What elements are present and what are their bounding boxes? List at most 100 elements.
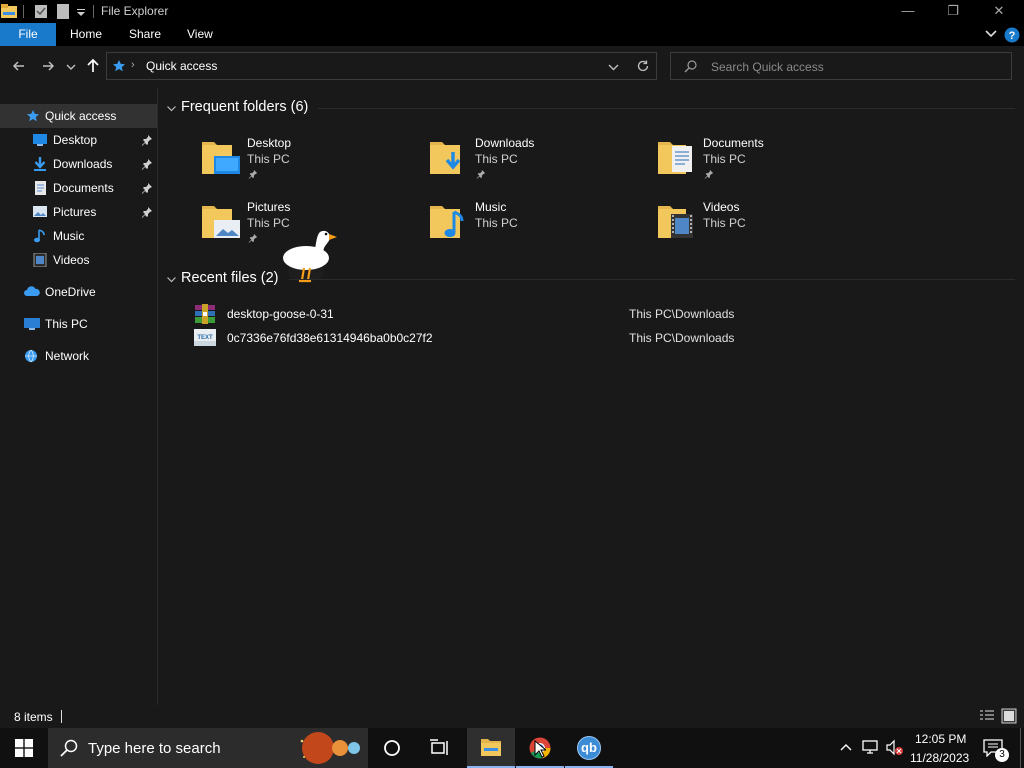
folder-location: This PC: [475, 216, 518, 230]
taskbar-file-explorer[interactable]: [467, 728, 515, 768]
network-globe-icon: [25, 349, 37, 363]
folder-name: Videos: [703, 200, 740, 214]
search-icon: [60, 739, 78, 757]
notification-count-badge: 3: [995, 748, 1009, 762]
folder-name: Music: [475, 200, 507, 214]
pin-icon[interactable]: [141, 182, 153, 194]
tab-file[interactable]: File: [0, 23, 56, 46]
properties-icon[interactable]: [34, 4, 48, 19]
frequent-folders-header[interactable]: Frequent folders (6): [165, 98, 1015, 118]
expand-ribbon-icon[interactable]: [985, 29, 997, 39]
clock-time[interactable]: 12:05 PM: [915, 732, 966, 746]
folder-tile-music[interactable]: Music This PC: [420, 192, 640, 252]
svg-text:TEXT: TEXT: [197, 335, 213, 341]
recent-locations-icon[interactable]: [66, 63, 76, 71]
up-arrow-icon[interactable]: [83, 56, 103, 76]
svg-text:?: ?: [1009, 30, 1016, 42]
status-divider: [61, 710, 62, 723]
breadcrumb-separator-icon[interactable]: ›: [131, 59, 135, 71]
pane-divider[interactable]: [157, 88, 158, 705]
folder-location: This PC: [247, 152, 290, 166]
nav-label: Videos: [53, 253, 90, 267]
volume-muted-icon[interactable]: [886, 739, 904, 756]
maximize-button[interactable]: ❐: [930, 0, 976, 23]
nav-item-downloads[interactable]: Downloads: [0, 152, 157, 176]
breadcrumb-quick-access[interactable]: Quick access: [146, 59, 217, 73]
show-desktop-button[interactable]: [1020, 728, 1024, 768]
item-count: 8 items: [14, 710, 53, 724]
search-placeholder: Search Quick access: [711, 60, 824, 74]
taskbar-search-box[interactable]: Type here to search: [48, 728, 368, 768]
new-folder-icon[interactable]: [57, 4, 69, 19]
taskbar-chrome[interactable]: [516, 728, 564, 768]
folder-location: This PC: [703, 216, 746, 230]
folder-tile-documents[interactable]: Documents This PC: [648, 128, 868, 188]
address-dropdown-icon[interactable]: [608, 63, 619, 71]
folder-name: Desktop: [247, 136, 292, 150]
qbittorrent-label: qb: [581, 740, 597, 755]
recent-file-row[interactable]: desktop-goose-0-31 This PC\Downloads: [192, 302, 1012, 326]
show-hidden-icons-icon[interactable]: [840, 742, 852, 752]
folder-tile-downloads[interactable]: Downloads This PC: [420, 128, 640, 188]
desktop-folder-icon: [202, 142, 240, 174]
nav-item-desktop[interactable]: Desktop: [0, 128, 157, 152]
quick-access-star-icon: [27, 110, 39, 122]
help-icon[interactable]: ?: [1004, 27, 1020, 43]
file-path: This PC\Downloads: [629, 307, 735, 321]
computer-icon: [24, 318, 40, 330]
folder-tile-desktop[interactable]: Desktop This PC: [192, 128, 412, 188]
nav-item-videos[interactable]: Videos: [0, 248, 157, 272]
cortana-icon[interactable]: [383, 739, 401, 757]
search-box[interactable]: Search Quick access: [670, 52, 1012, 80]
refresh-icon[interactable]: [636, 59, 650, 73]
file-explorer-app-icon[interactable]: [0, 3, 18, 20]
pin-icon[interactable]: [141, 158, 153, 170]
chevron-down-icon: [167, 277, 176, 283]
quick-access-star-icon: [113, 60, 125, 72]
details-view-icon[interactable]: [979, 709, 995, 723]
text-file-icon: TEXT: [194, 329, 216, 346]
nav-item-quick-access[interactable]: Quick access: [0, 104, 157, 128]
network-status-icon[interactable]: [862, 740, 880, 755]
nav-item-music[interactable]: Music: [0, 224, 157, 248]
nav-label: Network: [45, 349, 90, 363]
back-arrow-icon[interactable]: [9, 56, 29, 76]
clock-date[interactable]: 11/28/2023: [910, 751, 969, 765]
nav-label: Downloads: [53, 157, 113, 171]
chevron-down-icon: [167, 106, 176, 112]
title-bar: File Explorer — ❐ ✕: [0, 0, 1024, 23]
mouse-cursor-icon: [534, 740, 546, 758]
downloads-folder-icon: [430, 142, 461, 174]
pin-icon[interactable]: [141, 134, 153, 146]
search-highlight-planets-icon: [300, 732, 360, 764]
group-divider: [289, 279, 1015, 280]
tab-home[interactable]: Home: [70, 23, 102, 46]
nav-label: Pictures: [53, 205, 97, 219]
pin-icon[interactable]: [141, 206, 153, 218]
status-bar: 8 items: [0, 705, 1024, 728]
nav-item-documents[interactable]: Documents: [0, 176, 157, 200]
nav-label: OneDrive: [45, 285, 96, 299]
large-icons-view-icon[interactable]: [1001, 708, 1017, 724]
taskbar-qbittorrent[interactable]: qb: [565, 728, 613, 768]
tab-share[interactable]: Share: [129, 23, 161, 46]
tab-view[interactable]: View: [187, 23, 213, 46]
group-title: Recent files (2): [181, 270, 279, 286]
file-name: 0c7336e76fd38e61314946ba0b0c27f2: [227, 331, 433, 345]
nav-item-network[interactable]: Network: [0, 344, 157, 368]
nav-item-onedrive[interactable]: OneDrive: [0, 280, 157, 304]
nav-label: Music: [53, 229, 85, 243]
recent-files-header[interactable]: Recent files (2): [165, 269, 1015, 289]
windows-start-icon[interactable]: [15, 739, 33, 757]
recent-file-row[interactable]: TEXT 0c7336e76fd38e61314946ba0b0c27f2 Th…: [192, 326, 1012, 350]
desktop-icon: [33, 134, 47, 146]
forward-arrow-icon[interactable]: [38, 56, 58, 76]
close-button[interactable]: ✕: [976, 0, 1022, 23]
address-bar[interactable]: › Quick access: [106, 52, 657, 80]
nav-item-this-pc[interactable]: This PC: [0, 312, 157, 336]
minimize-button[interactable]: —: [885, 0, 931, 23]
task-view-icon[interactable]: [430, 739, 450, 757]
nav-item-pictures[interactable]: Pictures: [0, 200, 157, 224]
customize-qat-icon[interactable]: [76, 8, 86, 16]
folder-tile-videos[interactable]: Videos This PC: [648, 192, 868, 252]
